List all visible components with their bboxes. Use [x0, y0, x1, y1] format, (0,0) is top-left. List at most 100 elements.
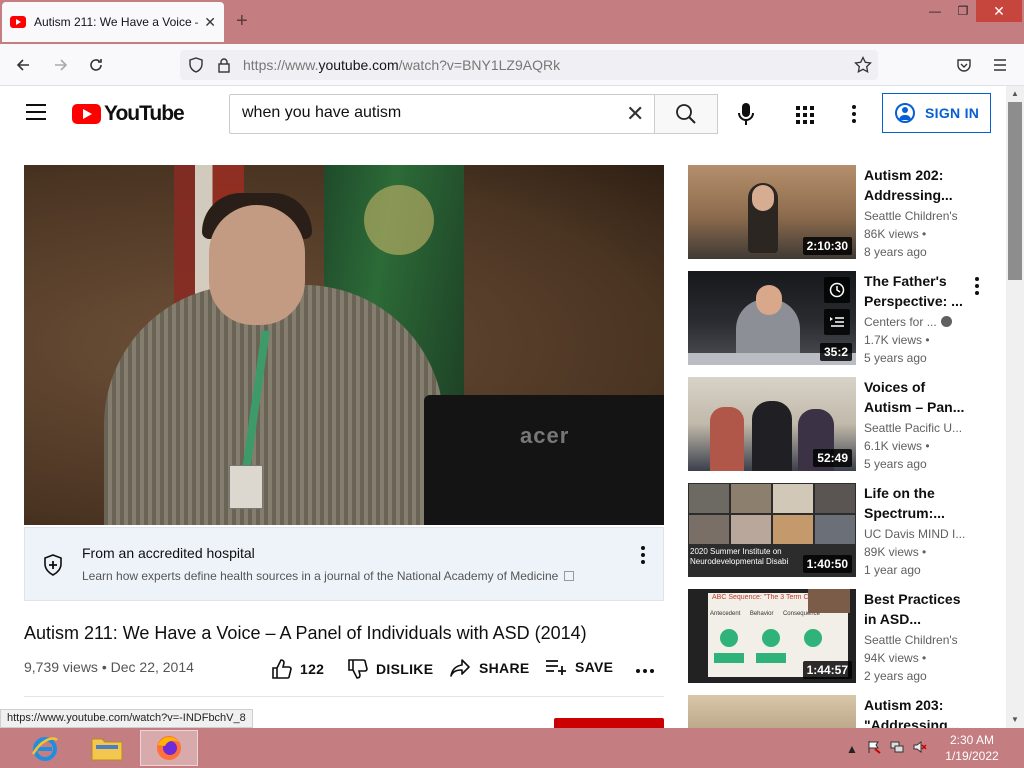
browser-nav-bar: https://www.youtube.com/watch?v=BNY1LZ9A…: [0, 44, 1024, 86]
recommendation-item[interactable]: 2:10:30 Autism 202: Addressing... Seattle…: [688, 165, 998, 261]
dislike-button[interactable]: DISLIKE: [346, 658, 433, 680]
status-link-preview: https://www.youtube.com/watch?v=-INDFbch…: [0, 709, 253, 728]
recommendation-more-icon[interactable]: [974, 277, 980, 295]
tab-close-icon[interactable]: ✕: [204, 14, 216, 31]
video-player[interactable]: acer: [24, 165, 664, 525]
tracking-shield-icon[interactable]: [188, 57, 204, 78]
system-clock[interactable]: 2:30 AM 1/19/2022: [938, 732, 1006, 764]
info-panel-title: From an accredited hospital: [82, 545, 255, 561]
sign-in-button[interactable]: SIGN IN: [882, 93, 991, 133]
view-count: 86K views •: [864, 227, 927, 241]
url-bar[interactable]: https://www.youtube.com/watch?v=BNY1LZ9A…: [180, 50, 878, 80]
video-thumbnail[interactable]: ABC Sequence: "The 3 Term Conti Antecede…: [688, 589, 856, 683]
bookmark-star-icon[interactable]: [854, 55, 872, 79]
external-link-icon: [564, 571, 575, 581]
search-button[interactable]: [654, 94, 718, 134]
lock-icon[interactable]: [217, 57, 231, 78]
like-button[interactable]: 122: [270, 658, 324, 680]
window-restore-button[interactable]: ❐: [950, 0, 976, 22]
view-count: 94K views •: [864, 651, 927, 665]
recommendation-item[interactable]: 35:2 The Father's Perspective: ... Center…: [688, 271, 998, 367]
share-label: SHARE: [479, 660, 530, 676]
video-thumbnail[interactable]: 52:49: [688, 377, 856, 471]
save-button[interactable]: SAVE: [545, 658, 613, 676]
duration-badge: 2:10:30: [802, 237, 852, 255]
recommendation-item[interactable]: 2020 Summer Institute on Neurodevelopmen…: [688, 483, 998, 579]
video-thumbnail[interactable]: 2020 Summer Institute on Neurodevelopmen…: [688, 483, 856, 577]
upload-age: 1 year ago: [864, 563, 921, 577]
recommendation-item[interactable]: 52:49 Voices of Autism – Pan... Seattle P…: [688, 377, 998, 473]
settings-more-icon[interactable]: [846, 100, 862, 128]
logo-text: YouTube: [104, 102, 185, 125]
scroll-down-arrow-icon[interactable]: ▼: [1006, 712, 1024, 728]
video-thumbnail[interactable]: 35:2: [688, 271, 856, 365]
new-tab-plus-icon[interactable]: +: [236, 10, 248, 33]
upload-age: 2 years ago: [864, 669, 927, 683]
subscribe-button[interactable]: [554, 718, 664, 728]
show-hidden-icons-icon[interactable]: ▲: [846, 742, 858, 756]
tab-title: Autism 211: We Have a Voice –: [34, 15, 199, 29]
scroll-thumb[interactable]: [1008, 102, 1022, 280]
video-thumbnail[interactable]: 2:10:30: [688, 165, 856, 259]
recommendation-item[interactable]: Autism 203: "Addressing...: [688, 695, 998, 728]
verified-check-icon: [940, 316, 952, 327]
volume-muted-icon[interactable]: [913, 740, 927, 757]
channel-name[interactable]: Seattle Children's: [864, 633, 974, 647]
monitor-image: acer: [424, 395, 664, 525]
watch-later-clock-icon[interactable]: [824, 277, 850, 303]
thumbs-down-icon: [348, 659, 368, 679]
browser-tab-bar: Autism 211: We Have a Voice – ✕ + — ❐ ✕: [0, 0, 1024, 44]
pocket-icon[interactable]: [951, 52, 977, 78]
recommendation-title[interactable]: Life on the Spectrum:...: [864, 483, 974, 523]
view-count: 6.1K views •: [864, 439, 930, 453]
firefox-icon[interactable]: [140, 730, 198, 766]
apps-grid-icon[interactable]: [792, 100, 820, 128]
channel-name[interactable]: Centers for ...: [864, 315, 974, 329]
monitor-brand: acer: [520, 423, 570, 448]
upload-age: 8 years ago: [864, 245, 927, 259]
add-to-queue-icon[interactable]: [824, 309, 850, 335]
forward-arrow-icon[interactable]: [48, 52, 74, 78]
video-thumbnail[interactable]: [688, 695, 856, 728]
sign-in-label: SIGN IN: [925, 105, 980, 121]
guide-menu-icon[interactable]: [26, 104, 46, 122]
recommendation-item[interactable]: ABC Sequence: "The 3 Term Conti Antecede…: [688, 589, 998, 685]
action-center-flag-icon[interactable]: [867, 740, 881, 757]
clear-search-icon[interactable]: ✕: [626, 101, 644, 127]
save-label: SAVE: [575, 659, 614, 675]
scroll-up-arrow-icon[interactable]: ▲: [1006, 86, 1024, 102]
channel-name[interactable]: UC Davis MIND I...: [864, 527, 974, 541]
search-input[interactable]: [242, 104, 612, 122]
network-icon[interactable]: [890, 740, 904, 757]
account-icon: [895, 103, 915, 123]
window-minimize-button[interactable]: —: [920, 0, 950, 22]
reload-icon[interactable]: [83, 52, 109, 78]
info-panel-link[interactable]: Learn how experts define health sources …: [82, 569, 575, 583]
recommendation-title[interactable]: The Father's Perspective: ...: [864, 271, 974, 311]
recommendation-title[interactable]: Autism 203: "Addressing...: [864, 695, 974, 728]
youtube-masthead: YouTube ✕ SIGN IN: [0, 86, 1006, 142]
recommendation-title[interactable]: Voices of Autism – Pan...: [864, 377, 974, 417]
dislike-label: DISLIKE: [376, 661, 434, 677]
thumbnail-caption: ABC Sequence: "The 3 Term Conti: [712, 594, 812, 601]
page-scrollbar[interactable]: ▲ ▼: [1006, 86, 1024, 728]
youtube-logo[interactable]: YouTube: [72, 102, 185, 126]
channel-name[interactable]: Seattle Pacific U...: [864, 421, 974, 435]
more-actions-icon[interactable]: [636, 661, 654, 673]
channel-name[interactable]: Seattle Children's: [864, 209, 974, 223]
recommendation-title[interactable]: Autism 202: Addressing...: [864, 165, 974, 205]
recommendation-title[interactable]: Best Practices in ASD...: [864, 589, 974, 629]
info-panel-more-icon[interactable]: [639, 546, 647, 566]
health-source-info-panel: From an accredited hospital Learn how ex…: [24, 527, 664, 601]
share-arrow-icon: [450, 659, 470, 677]
app-menu-icon[interactable]: [987, 52, 1013, 78]
share-button[interactable]: SHARE: [449, 658, 530, 678]
internet-explorer-icon[interactable]: [16, 730, 74, 766]
video-title: Autism 211: We Have a Voice – A Panel of…: [24, 623, 587, 643]
file-explorer-icon[interactable]: [78, 730, 136, 766]
upload-date: Dec 22, 2014: [110, 659, 194, 675]
browser-tab-active[interactable]: Autism 211: We Have a Voice – ✕: [2, 2, 224, 42]
back-arrow-icon[interactable]: [10, 52, 36, 78]
window-close-button[interactable]: ✕: [976, 0, 1022, 22]
voice-search-button[interactable]: [732, 98, 760, 130]
